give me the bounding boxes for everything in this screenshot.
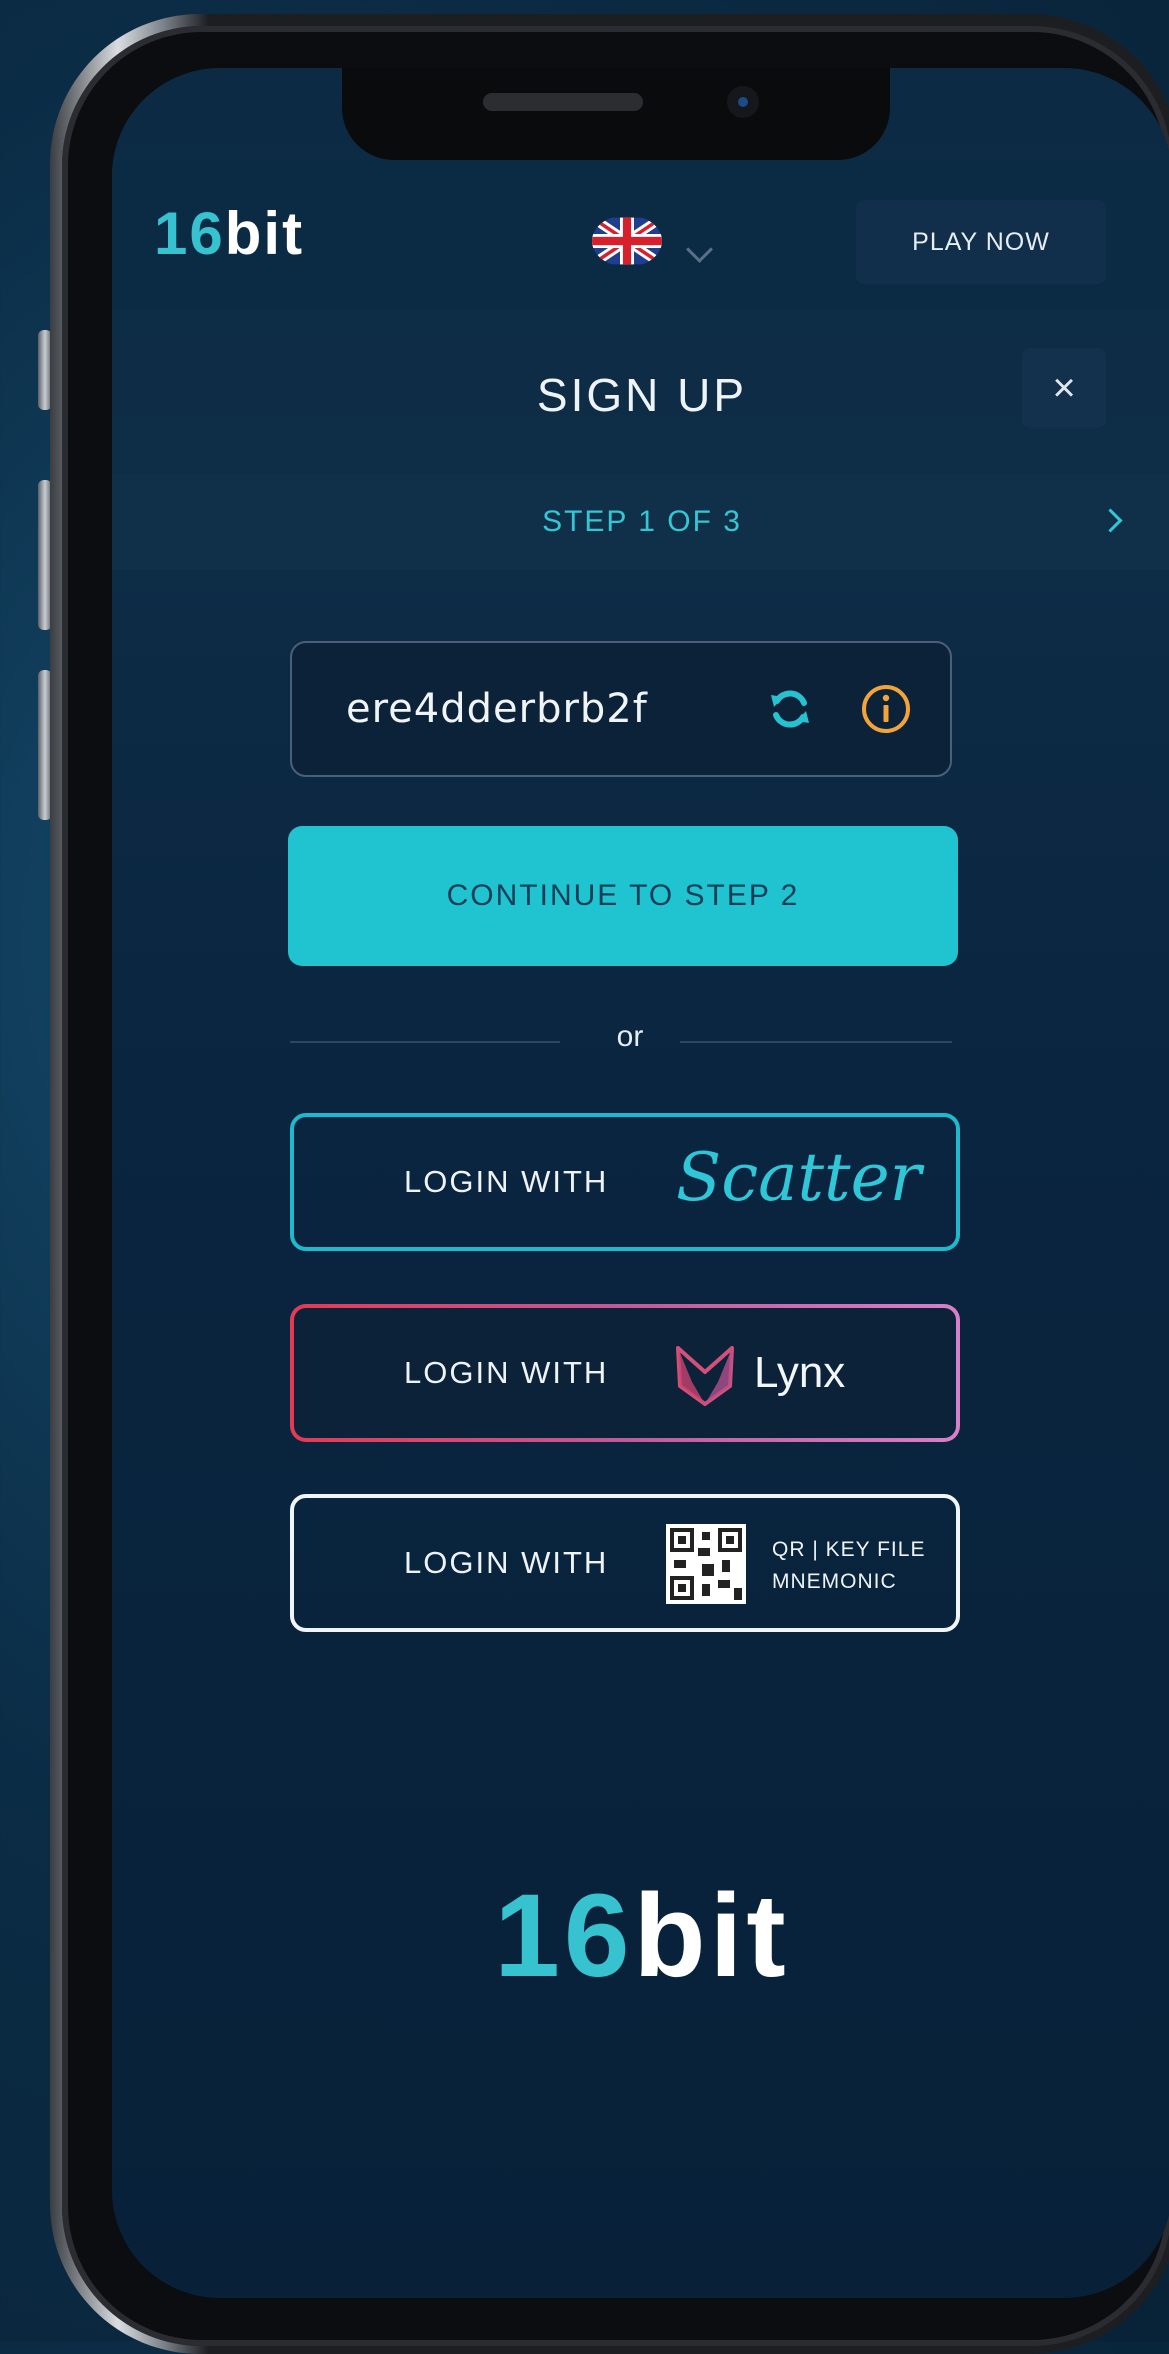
login-with-label: LOGIN WITH xyxy=(404,1545,609,1580)
account-name-value[interactable]: ere4dderbrb2f xyxy=(346,643,648,775)
qr-code-icon xyxy=(666,1524,746,1604)
close-button[interactable]: × xyxy=(1022,348,1106,428)
refresh-icon[interactable] xyxy=(768,687,812,731)
logo-word: bit xyxy=(224,200,305,267)
qr-options-text: QR | KEY FILE MNEMONIC xyxy=(772,1534,925,1598)
brand-logo[interactable]: 16 bit xyxy=(154,204,304,264)
scatter-logo: Scatter xyxy=(676,1139,922,1216)
mnemonic-label: MNEMONIC xyxy=(772,1570,897,1593)
play-now-button[interactable]: PLAY NOW xyxy=(856,200,1106,284)
or-label: or xyxy=(616,1020,644,1053)
account-name-field[interactable]: ere4dderbrb2f xyxy=(290,641,952,777)
info-icon[interactable] xyxy=(860,683,912,735)
step-indicator: STEP 1 OF 3 xyxy=(112,474,1169,570)
signup-title: SIGN UP xyxy=(536,369,748,421)
phone-screen: 16 bit PLAY NOW SIGN UP × STEP 1 OF 3 er… xyxy=(112,68,1169,2298)
front-camera xyxy=(727,86,759,118)
login-qr-keyfile-button[interactable]: LOGIN WITH QR | KEY FILE MNEMONIC xyxy=(290,1494,960,1632)
step-label: STEP 1 OF 3 xyxy=(542,505,742,538)
lynx-logo-text: Lynx xyxy=(754,1348,846,1397)
speaker-grille xyxy=(483,93,643,111)
login-with-label: LOGIN WITH xyxy=(404,1164,609,1199)
login-with-label: LOGIN WITH xyxy=(404,1355,609,1390)
uk-flag-icon[interactable] xyxy=(592,215,662,267)
footer-logo-word: bit xyxy=(633,1870,790,2002)
qr-keyfile-label: QR | KEY FILE xyxy=(772,1538,926,1561)
login-lynx-button[interactable]: LOGIN WITH Lynx xyxy=(290,1304,960,1442)
logo-number: 16 xyxy=(154,200,225,267)
footer-logo: 16bit xyxy=(112,1868,1169,2004)
divider-left xyxy=(290,1041,560,1043)
app-header: 16 bit PLAY NOW xyxy=(112,160,1169,310)
footer-logo-number: 16 xyxy=(494,1870,634,2002)
continue-button[interactable]: CONTINUE TO STEP 2 xyxy=(288,826,958,966)
divider-right xyxy=(680,1041,952,1043)
chevron-down-icon[interactable] xyxy=(686,236,713,263)
login-scatter-button[interactable]: LOGIN WITH Scatter xyxy=(290,1113,960,1251)
notch xyxy=(342,68,890,160)
lynx-fox-icon xyxy=(676,1346,734,1406)
